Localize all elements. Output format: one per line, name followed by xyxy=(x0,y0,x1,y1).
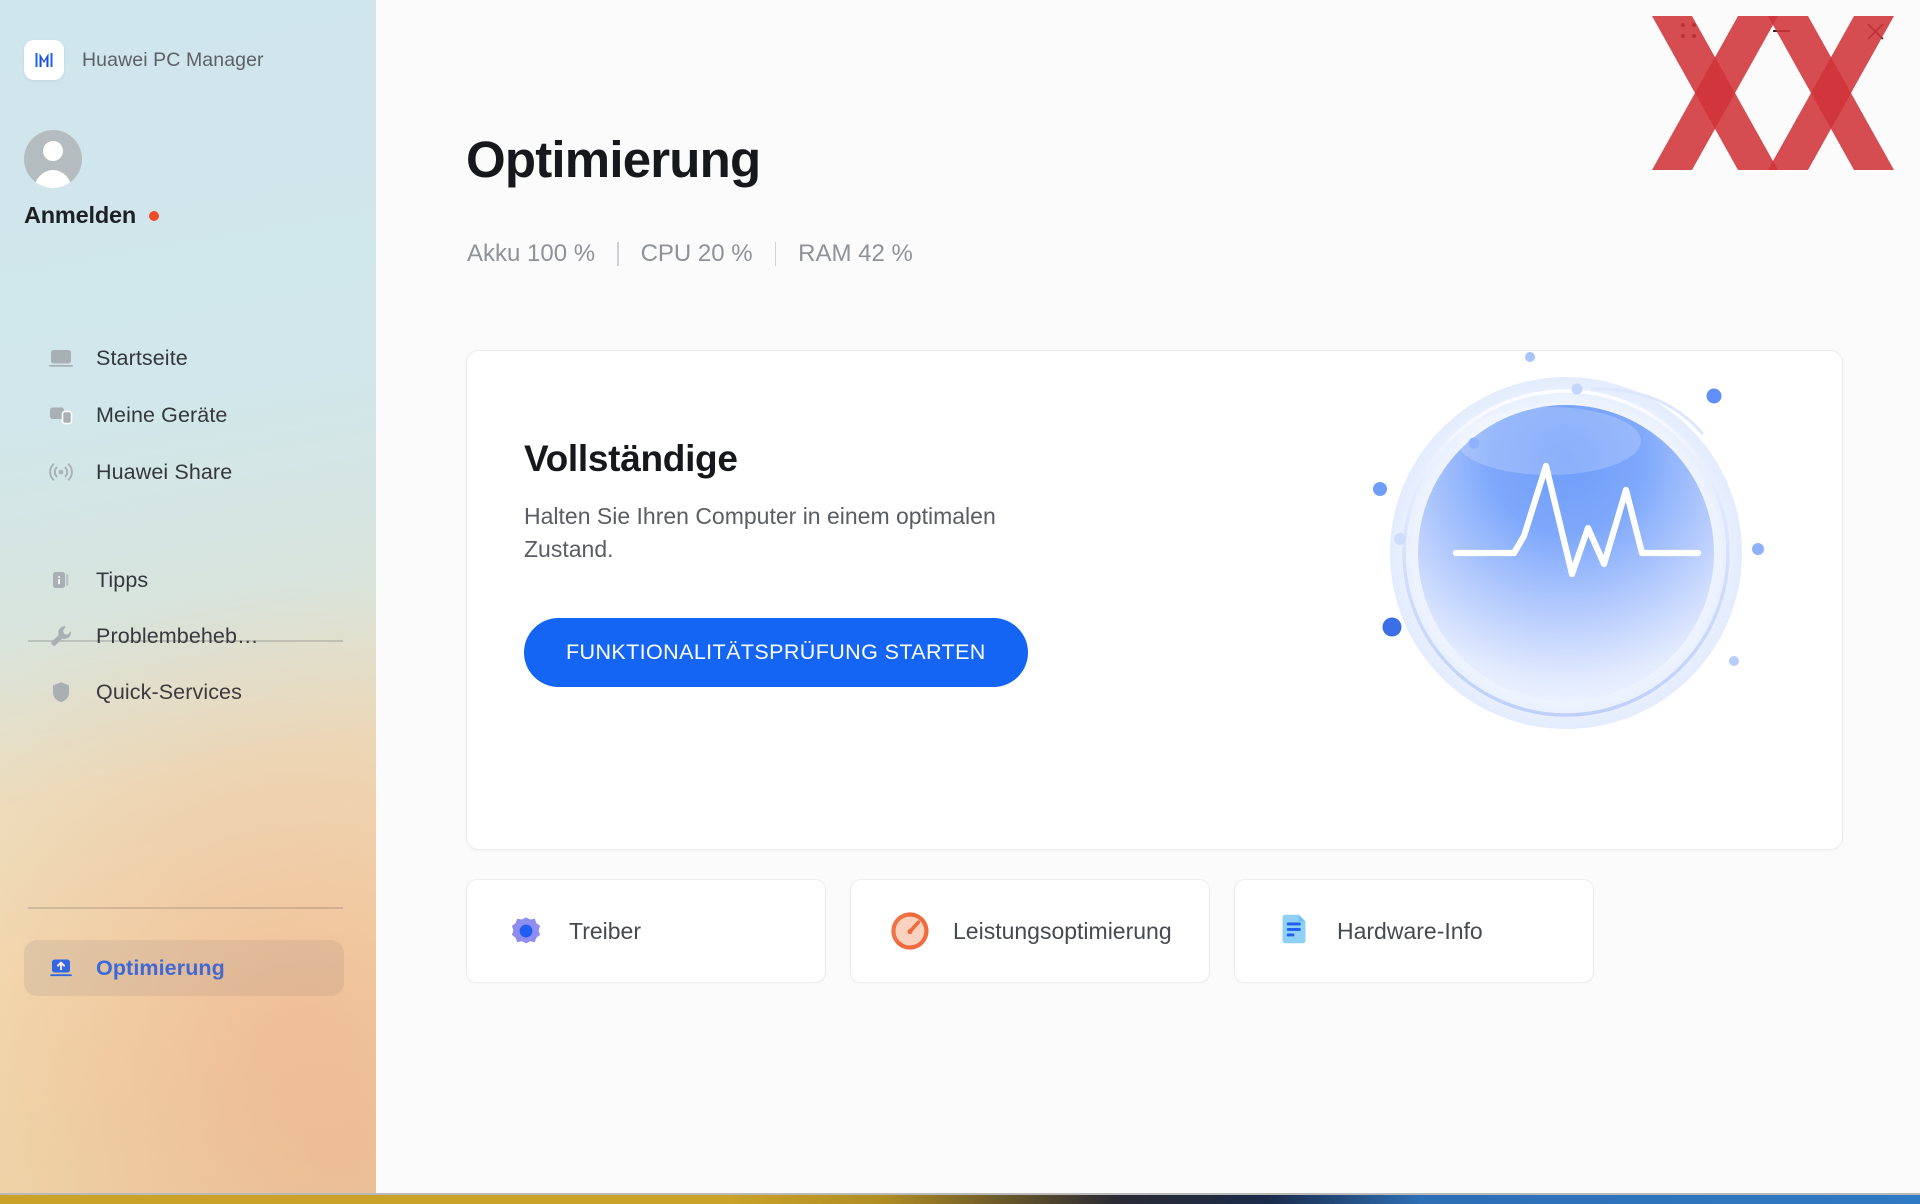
sidebar-divider xyxy=(28,907,343,909)
monitor-icon xyxy=(46,343,76,373)
optimize-upload-icon xyxy=(46,953,76,983)
page-title: Optimierung xyxy=(466,131,761,188)
wrench-icon xyxy=(46,621,76,651)
sidebar-item-label: Tipps xyxy=(96,567,149,592)
tile-label: Leistungsoptimierung xyxy=(953,917,1172,944)
document-info-icon xyxy=(1273,910,1315,952)
sidebar-item-label: Problembeheb… xyxy=(96,623,259,648)
shield-icon xyxy=(46,677,76,707)
brand: Huawei PC Manager xyxy=(24,40,264,80)
sidebar-item-optimierung[interactable]: Optimierung xyxy=(24,940,344,996)
sidebar-item-label: Optimierung xyxy=(96,955,225,980)
avatar-icon xyxy=(24,130,82,188)
sidebar-item-tipps[interactable]: Tipps xyxy=(24,552,344,608)
app-grid-icon[interactable] xyxy=(1666,14,1712,48)
taskbar-strip xyxy=(0,1195,1920,1204)
tile-leistungsoptimierung[interactable]: Leistungsoptimierung xyxy=(850,879,1210,983)
account-block[interactable]: Anmelden xyxy=(24,130,159,229)
close-icon[interactable] xyxy=(1852,14,1898,48)
sidebar-item-label: Meine Geräte xyxy=(96,402,228,427)
stat-akku: Akku 100 % xyxy=(467,240,596,267)
sidebar-item-label: Startseite xyxy=(96,345,188,370)
devices-icon xyxy=(46,400,76,430)
sidebar-item-huawei-share[interactable]: Huawei Share xyxy=(24,444,344,500)
sidebar-item-label: Huawei Share xyxy=(96,459,233,484)
health-check-card: Vollständige Halten Sie Ihren Computer i… xyxy=(466,350,1843,850)
speedometer-icon xyxy=(889,910,931,952)
sidebar-item-quick-services[interactable]: Quick-Services xyxy=(24,664,344,720)
health-pulse-orb-icon xyxy=(1334,351,1774,751)
sidebar-item-label: Quick-Services xyxy=(96,679,242,704)
gear-icon xyxy=(505,910,547,952)
sidebar: Huawei PC Manager Anmelden Startseite Me… xyxy=(0,0,376,1195)
hero-title: Vollständige xyxy=(524,438,738,479)
hero-description: Halten Sie Ihren Computer in einem optim… xyxy=(524,503,996,562)
sidebar-item-problembehebung[interactable]: Problembeheb… xyxy=(24,608,344,664)
main-content: Optimierung Akku 100 % CPU 20 % RAM 42 %… xyxy=(376,0,1920,1195)
window-controls xyxy=(1600,0,1920,60)
tile-hardware-info[interactable]: Hardware-Info xyxy=(1234,879,1594,983)
tile-label: Treiber xyxy=(569,917,641,944)
tile-label: Hardware-Info xyxy=(1337,917,1483,944)
huawei-pc-manager-logo-icon xyxy=(24,40,64,80)
app-name: Huawei PC Manager xyxy=(82,48,264,71)
app-window: Huawei PC Manager Anmelden Startseite Me… xyxy=(0,0,1920,1204)
minimize-icon[interactable] xyxy=(1758,14,1804,48)
wireless-share-icon xyxy=(46,457,76,487)
info-card-icon xyxy=(46,565,76,595)
stat-separator xyxy=(774,242,777,266)
sign-in-label[interactable]: Anmelden xyxy=(24,202,136,229)
system-stats: Akku 100 % CPU 20 % RAM 42 % xyxy=(467,240,913,268)
stat-cpu: CPU 20 % xyxy=(640,240,753,267)
sidebar-item-meine-geraete[interactable]: Meine Geräte xyxy=(24,387,344,443)
sidebar-item-startseite[interactable]: Startseite xyxy=(24,330,344,386)
notification-dot-icon xyxy=(149,210,159,221)
start-health-check-button[interactable]: FUNKTIONALITÄTSPRÜFUNG STARTEN xyxy=(524,618,1028,687)
tile-treiber[interactable]: Treiber xyxy=(466,879,826,983)
stat-ram: RAM 42 % xyxy=(798,240,913,267)
stat-separator xyxy=(617,242,619,266)
